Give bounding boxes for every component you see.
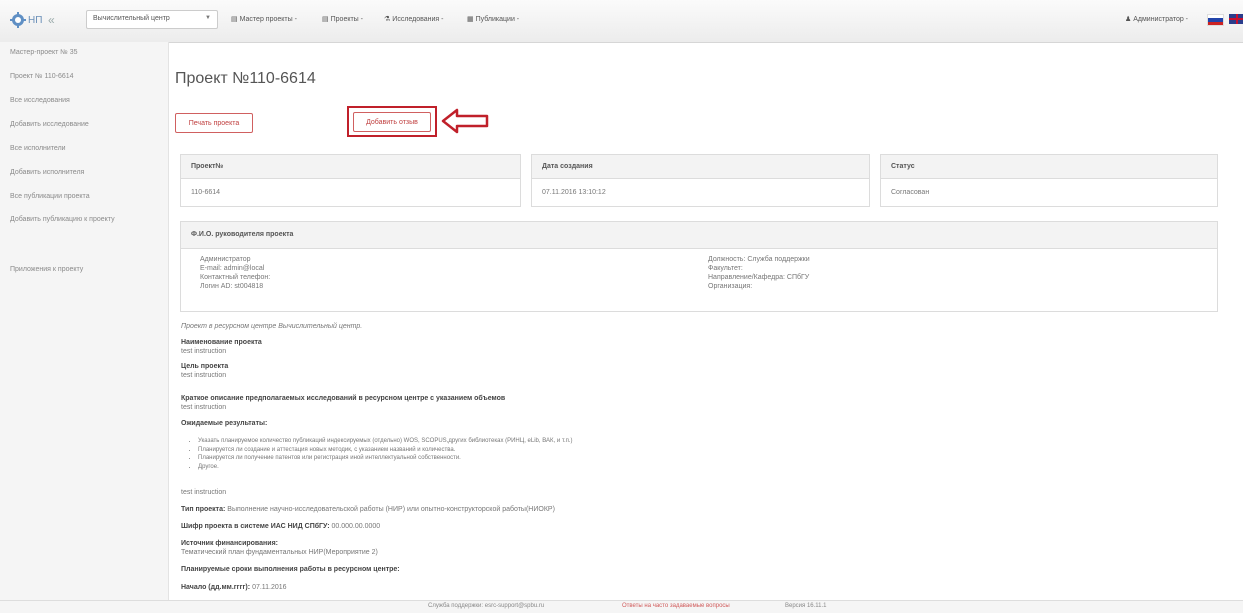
logo-icon[interactable] [10,12,26,28]
sidebar-item-add-research[interactable]: Добавить исследование [10,121,89,128]
chevron-down-icon: ▼ [205,15,211,21]
creation-date-panel: Дата создания 07.11.2016 13:10:12 [531,154,870,207]
expected-results-value: test instruction [181,489,227,496]
print-project-button[interactable]: Печать проекта [175,113,253,133]
manager-position: Должность: Служба поддержки [708,256,810,263]
start-date-value: 07.11.2016 [252,584,287,591]
menu-label: Публикации - [475,16,520,23]
status-value: Согласован [891,189,930,196]
manager-login: Логин AD: st004818 [200,283,264,290]
list-item: Указать планируемое количество публикаци… [198,437,573,446]
user-icon: ♟ [1125,16,1132,23]
list-icon: ▤ [231,16,238,23]
panel-heading: Статус [881,155,1217,179]
panel-heading: Ф.И.О. руководителя проекта [181,222,1217,249]
funding-value: Тематический план фундаментальных НИР(Ме… [181,549,378,556]
project-goal-label: Цель проекта [181,363,229,370]
russian-flag-icon[interactable] [1207,14,1224,26]
project-name-label: Наименование проекта [181,339,262,346]
menu-label: Мастер проекты - [239,16,297,23]
description-label: Краткое описание предполагаемых исследов… [181,395,506,402]
creation-date-value: 07.11.2016 13:10:12 [542,189,606,196]
resource-center-value: Вычислительный центр [93,15,170,22]
collapse-sidebar-icon[interactable]: « [48,13,55,27]
cipher-value: 00.000.00.0000 [331,523,381,530]
arrow-left-icon [441,108,489,134]
manager-phone: Контактный телефон: [200,274,271,281]
project-type-row: Тип проекта: Выполнение научно-исследова… [181,506,555,513]
top-navbar: НП « Вычислительный центр ▼ ▤ Мастер прое… [0,0,1243,43]
manager-email: E-mail: admin@local [200,265,265,272]
sidebar-item-all-publications[interactable]: Все публикации проекта [10,193,90,200]
terms-label: Планируемые сроки выполнения работы в ре… [181,566,400,573]
resource-center-note: Проект в ресурсном центре Вычислительный… [181,323,363,330]
start-date-row: Начало (дд.мм.гггг): 07.11.2016 [181,584,287,591]
user-name: Администратор - [1133,16,1189,23]
resource-center-select[interactable]: Вычислительный центр ▼ [86,10,218,29]
brand-label[interactable]: НП [28,15,42,26]
project-type-label: Тип проекта: [181,506,226,513]
funding-label: Источник финансирования: [181,540,278,547]
menu-label: Проекты - [330,16,363,23]
list-icon: ▤ [322,16,329,23]
flask-icon: ⚗ [384,16,391,23]
expected-results-list: Указать планируемое количество публикаци… [190,437,573,471]
sidebar: Мастер-проект № 35 Проект № 110-6614 Все… [0,42,169,602]
menu-publications[interactable]: ▦ Публикации - [467,15,519,23]
menu-projects[interactable]: ▤ Проекты - [322,15,363,23]
manager-faculty: Факультет: [708,265,743,272]
project-number-value: 110-6614 [191,189,221,196]
support-link[interactable]: Служба поддержки: esrc-support@spbu.ru [428,603,544,609]
menu-label: Исследования - [392,16,444,23]
expected-results-label: Ожидаемые результаты: [181,420,268,427]
project-name-value: test instruction [181,348,227,355]
start-date-label: Начало (дд.мм.гггг): [181,584,251,591]
cipher-label: Шифр проекта в системе ИАС НИД СПбГУ: [181,523,330,530]
manager-department: Направление/Кафедра: СПбГУ [708,274,810,281]
faq-link[interactable]: Ответы на часто задаваемые вопросы [622,603,730,609]
sidebar-item-all-research[interactable]: Все исследования [10,97,70,104]
sidebar-item-master-project[interactable]: Мастер-проект № 35 [10,49,78,56]
english-flag-icon[interactable] [1229,14,1243,24]
user-menu[interactable]: ♟ Администратор - [1125,15,1188,23]
sidebar-item-attachments[interactable]: Приложения к проекту [10,266,83,273]
panel-heading: Проект№ [181,155,520,179]
menu-research[interactable]: ⚗ Исследования - [384,15,444,23]
cipher-row: Шифр проекта в системе ИАС НИД СПбГУ: 00… [181,523,380,530]
sidebar-item-add-executor[interactable]: Добавить исполнителя [10,169,84,176]
sidebar-item-add-publication[interactable]: Добавить публикацию к проекту [10,216,115,223]
list-item: Планируется ли получение патентов или ре… [198,454,573,463]
list-item: Планируется ли создание и аттестация нов… [198,446,573,455]
project-number-panel: Проект№ 110-6614 [180,154,521,207]
project-type-value: Выполнение научно-исследовательской рабо… [227,506,555,513]
sidebar-item-project[interactable]: Проект № 110-6614 [10,73,74,80]
project-goal-value: test instruction [181,372,227,379]
footer: Служба поддержки: esrc-support@spbu.ru О… [0,600,1243,613]
status-panel: Статус Согласован [880,154,1218,207]
add-review-button[interactable]: Добавить отзыв [353,112,431,132]
description-value: test instruction [181,404,227,411]
manager-name: Администратор [200,256,251,263]
manager-organization: Организация: [708,283,753,290]
book-icon: ▦ [467,16,474,23]
faq-link-text[interactable]: Ответы на часто задаваемые вопросы [622,603,730,609]
menu-master-projects[interactable]: ▤ Мастер проекты - [231,15,297,23]
version-label: Версия 16.11.1 [785,603,827,609]
sidebar-item-all-executors[interactable]: Все исполнители [10,145,66,152]
page-title: Проект №110-6614 [175,70,316,87]
panel-heading: Дата создания [532,155,869,179]
list-item: Другое. [198,463,573,472]
manager-panel: Ф.И.О. руководителя проекта Администрато… [180,221,1218,312]
